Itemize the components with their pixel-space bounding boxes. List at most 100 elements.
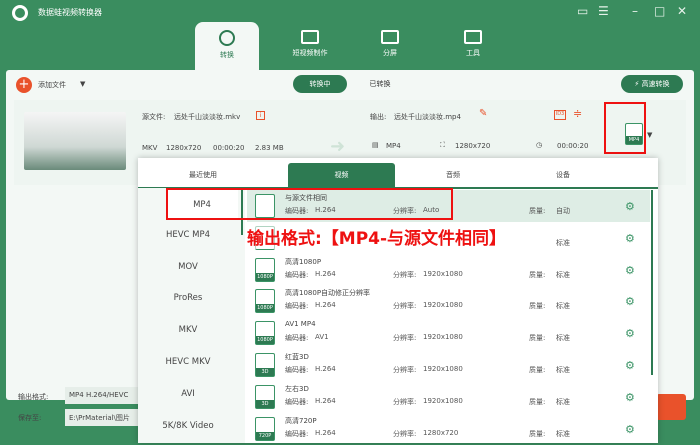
preset-name: 左右3D <box>285 384 309 393</box>
preset-icon: 1080P <box>255 289 275 314</box>
split-icon[interactable]: ≑ <box>573 107 582 120</box>
gear-icon[interactable]: ⚙ <box>625 295 635 308</box>
add-file-button[interactable]: 添加文件 <box>38 80 66 90</box>
preset-list-scrollbar[interactable] <box>651 190 653 375</box>
preset-icon: 1080P <box>255 321 275 346</box>
resolution-label: 分辨率: <box>393 429 417 438</box>
source-size: 2.83 MB <box>255 144 284 152</box>
format-selector-button[interactable]: MP4 <box>625 123 643 145</box>
fast-convert-label: 高速转换 <box>641 80 670 88</box>
format-item[interactable]: MKV <box>138 325 238 335</box>
output-filename: 远处千山淡淡妆.mp4 <box>394 113 461 121</box>
resolution-label: 分辨率: <box>393 334 417 343</box>
dropdown-tab-device[interactable]: 设备 <box>510 163 616 187</box>
convert-all-button[interactable] <box>656 394 686 420</box>
gear-icon[interactable]: ⚙ <box>625 391 635 404</box>
quality-value: 标准 <box>556 302 570 311</box>
gear-icon[interactable]: ⚙ <box>625 327 635 340</box>
minimize-button[interactable]: – <box>632 4 638 18</box>
menu-icon[interactable]: ☰ <box>598 4 609 18</box>
quality-label: 质量: <box>529 270 546 279</box>
encoder-label: 编码器: <box>285 429 309 438</box>
output-label: 输出: <box>370 113 387 121</box>
tab-converting[interactable]: 转换中 <box>293 75 347 93</box>
preset-row[interactable]: 3D 红蓝3D 编码器: H.264 分辨率: 1920x1080 质量: 标准… <box>247 349 650 381</box>
edit-icon[interactable]: ✎ <box>479 108 487 119</box>
tab-short-video[interactable]: 短视频制作 <box>278 22 342 70</box>
format-item[interactable]: MOV <box>138 262 238 272</box>
encoder-label: 编码器: <box>285 270 309 279</box>
tab-convert[interactable]: 转换 <box>195 22 259 70</box>
format-item[interactable]: HEVC MP4 <box>138 230 238 240</box>
encoder-value: H.264 <box>315 365 336 373</box>
film-icon: ▤ <box>372 141 379 149</box>
close-button[interactable]: ✕ <box>677 4 687 18</box>
dropdown-tab-video[interactable]: 视频 <box>288 163 395 187</box>
encoder-value: AV1 <box>315 333 329 342</box>
quality-label: 质量: <box>529 207 546 215</box>
preset-icon: 1080P <box>255 257 275 282</box>
save-path-input[interactable]: E:\PrMaterial\图片 <box>65 409 145 426</box>
output-format-label: 输出格式: <box>18 393 49 401</box>
add-file-dropdown-icon[interactable]: ▼ <box>80 80 85 88</box>
tab-label: 转换 <box>220 51 234 59</box>
tab-label: 工具 <box>466 49 480 57</box>
preset-badge: 1080P <box>256 272 274 281</box>
quality-label: 质量: <box>529 429 546 438</box>
resolution-value: 1920x1080 <box>423 396 463 405</box>
info-icon[interactable]: i <box>256 111 265 120</box>
toolbox-icon <box>464 30 482 44</box>
maximize-button[interactable]: □ <box>654 4 665 18</box>
preset-name: 高清1080P <box>285 257 322 266</box>
encoder-value: H.264 <box>315 396 336 405</box>
dropdown-tab-recent[interactable]: 最近使用 <box>150 163 256 187</box>
quality-label: 质量: <box>529 302 546 311</box>
resolution-value: 1920x1080 <box>423 333 463 342</box>
format-list: MP4 HEVC MP4 MOV ProRes MKV HEVC MKV AVI 5K/8K … <box>138 188 245 443</box>
id3-icon[interactable]: ID3 <box>554 110 566 120</box>
preset-icon: 720P <box>255 416 275 441</box>
arrow-icon: ➜ <box>330 136 346 157</box>
source-label: 源文件: <box>142 113 166 121</box>
preset-name: 高清720P <box>285 416 317 425</box>
format-item[interactable]: AVI <box>138 389 238 399</box>
resize-icon: ⛶ <box>440 141 445 149</box>
fast-convert-button[interactable]: ⚡ 高速转换 <box>621 75 683 93</box>
output-format: MP4 <box>386 142 401 150</box>
quality-label: 质量: <box>529 334 546 343</box>
output-format-select[interactable]: MP4 H.264/HEVC <box>65 387 145 404</box>
gear-icon[interactable]: ⚙ <box>625 264 635 277</box>
preset-row[interactable]: 1080P AV1 MP4 编码器: AV1 分辨率: 1920x1080 质量… <box>247 317 650 349</box>
quality-value: 标准 <box>556 397 570 406</box>
gear-icon[interactable]: ⚙ <box>625 232 635 245</box>
tab-split-screen[interactable]: 分屏 <box>358 22 422 70</box>
resolution-value: 1920x1080 <box>423 301 463 310</box>
tab-label: 分屏 <box>383 49 397 57</box>
dropdown-tab-audio[interactable]: 音频 <box>400 163 506 187</box>
format-item[interactable]: 5K/8K Video <box>138 421 238 431</box>
gear-icon[interactable]: ⚙ <box>625 423 635 436</box>
quality-value: 标准 <box>556 429 570 438</box>
gear-icon[interactable]: ⚙ <box>625 200 635 213</box>
format-item[interactable]: ProRes <box>138 293 238 303</box>
resolution-value: 1280x720 <box>423 428 459 437</box>
convert-icon <box>219 30 235 46</box>
tab-converted[interactable]: 已转换 <box>360 75 400 93</box>
preset-row[interactable]: 720P 高清720P 编码器: H.264 分辨率: 1280x720 质量:… <box>247 413 650 445</box>
format-dropdown-icon[interactable]: ▼ <box>647 131 652 139</box>
quality-value: 标准 <box>556 334 570 343</box>
annotation-text: 输出格式:【MP4-与源文件相同】 <box>247 224 507 249</box>
encoder-label: 编码器: <box>285 366 309 374</box>
feedback-icon[interactable]: ▭ <box>577 4 588 18</box>
format-item[interactable]: HEVC MKV <box>138 357 238 367</box>
tab-tools[interactable]: 工具 <box>441 22 505 70</box>
preset-row[interactable]: 3D 左右3D 编码器: H.264 分辨率: 1920x1080 质量: 标准… <box>247 381 650 413</box>
preset-row[interactable]: 1080P 高清1080P 编码器: H.264 分辨率: 1920x1080 … <box>247 254 650 286</box>
quality-value: 自动 <box>556 207 570 215</box>
preset-row[interactable]: 1080P 高清1080P自动修正分辨率 编码器: H.264 分辨率: 192… <box>247 285 650 317</box>
preset-badge: 1080P <box>256 304 274 313</box>
gear-icon[interactable]: ⚙ <box>625 359 635 372</box>
add-file-icon[interactable]: + <box>16 77 32 93</box>
tab-label: 短视频制作 <box>292 49 328 57</box>
app-title: 数据蛙视频转换器 <box>38 8 102 17</box>
